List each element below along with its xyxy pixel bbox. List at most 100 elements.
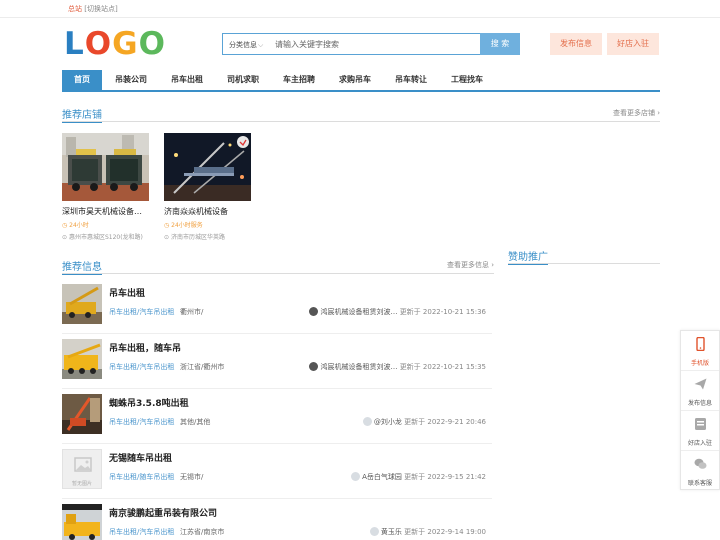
list-title[interactable]: 南京骏鹏起重吊装有限公司 (109, 506, 217, 519)
list-location: 其他/其他 (180, 418, 211, 426)
search-box: 分类信息⌵ 搜 索 (222, 33, 520, 55)
shop-name: 济南焱焱机械设备 (164, 207, 228, 216)
shop-card[interactable]: 深圳市昊天机械设备… ◷ 24小时 ⊙ 惠州市惠城区S120(龙和路) (62, 133, 150, 241)
list-thumbnail (62, 339, 102, 379)
list-thumbnail (62, 284, 102, 324)
publish-float-button[interactable]: 发布信息 (681, 371, 719, 411)
list-item[interactable]: 南京骏鹏起重吊装有限公司 吊车出租/汽车吊出租 江苏省/南京市 黄玉乐 更新于 … (62, 502, 492, 540)
float-label: 发布信息 (687, 400, 712, 407)
clock-icon: ◷ (62, 222, 68, 229)
logo-letter: O (138, 26, 166, 62)
list-title[interactable]: 无锡随车吊出租 (109, 451, 172, 464)
chevron-right-icon: › (491, 261, 494, 269)
list-user: @刘小龙 (373, 418, 402, 426)
list-updated: 更新于 2022-9-15 21:42 (404, 473, 486, 481)
list-category[interactable]: 吊车出租/随车吊出租 (109, 472, 174, 482)
nav-item-driver-jobs[interactable]: 司机求职 (220, 70, 266, 90)
site-logo[interactable]: LOGO (64, 28, 166, 60)
list-location: 无锡市/ (180, 473, 204, 481)
avatar (362, 417, 372, 426)
nav-item-project-find-car[interactable]: 工程找车 (444, 70, 490, 90)
list-title[interactable]: 蜘蛛吊3.5.8吨出租 (109, 396, 189, 409)
sponsor-header: 赞助推广 (508, 246, 660, 265)
nav-item-home[interactable]: 首页 (62, 70, 102, 90)
list-item[interactable]: 蜘蛛吊3.5.8吨出租 吊车出租/汽车吊出租 其他/其他 @刘小龙 更新于 20… (62, 392, 492, 444)
chevron-right-icon: › (657, 109, 660, 117)
search-input[interactable] (275, 36, 475, 52)
search-button[interactable]: 搜 索 (480, 33, 520, 55)
recommended-shops-header: 推荐店铺 查看更多店铺 › (62, 104, 660, 123)
shop-hours: ◷ 24小时服务 (164, 222, 203, 229)
list-category[interactable]: 吊车出租/汽车吊出租 (109, 307, 174, 317)
top-bar: 总站 [切换站点] (0, 0, 720, 18)
list-meta: A岳白气球园 更新于 2022-9-15 21:42 (351, 472, 486, 482)
list-location: 衢州市/ (180, 308, 204, 316)
float-label: 好店入驻 (687, 440, 712, 447)
float-label: 手机版 (690, 360, 709, 367)
nav-item-crane-rental[interactable]: 吊车出租 (164, 70, 210, 90)
list-item[interactable]: 吊车出租，随车吊 吊车出租/汽车吊出租 浙江省/衢州市 鸿宸机械设备租赁刘波… … (62, 337, 492, 389)
image-placeholder-icon (74, 457, 92, 472)
list-item[interactable]: 暂无图片 无锡随车吊出租 吊车出租/随车吊出租 无锡市/ A岳白气球园 更新于 … (62, 447, 492, 499)
list-thumbnail-placeholder: 暂无图片 (62, 449, 102, 489)
more-info-link[interactable]: 查看更多信息 › (447, 260, 494, 270)
list-updated: 更新于 2022-10-21 15:35 (399, 363, 486, 371)
list-meta: 鸿宸机械设备租赁刘波… 更新于 2022-10-21 15:35 (309, 362, 486, 372)
list-updated: 更新于 2022-9-21 20:46 (404, 418, 486, 426)
site-switcher: 总站 [切换站点] (68, 4, 118, 14)
mobile-version-button[interactable]: 手机版 (681, 331, 719, 371)
avatar (309, 362, 319, 371)
shop-icon (695, 418, 706, 430)
list-category[interactable]: 吊车出租/汽车吊出租 (109, 362, 174, 372)
shop-name: 深圳市昊天机械设备… (62, 207, 142, 216)
floating-toolbar: 手机版 发布信息 好店入驻 联系客服 (680, 330, 720, 490)
list-category[interactable]: 吊车出租/汽车吊出租 (109, 417, 174, 427)
shop-card[interactable]: 济南焱焱机械设备 ◷ 24小时服务 ⊙ 济南市历城区华英路 (164, 133, 252, 241)
logo-letter: L (64, 26, 85, 62)
chevron-down-icon: ⌵ (258, 41, 264, 49)
wechat-icon (694, 458, 707, 469)
customer-service-button[interactable]: 联系客服 (681, 451, 719, 491)
list-meta: 鸿宸机械设备租赁刘波… 更新于 2022-10-21 15:36 (309, 307, 486, 317)
location-pin-icon: ⊙ (62, 234, 68, 241)
list-item[interactable]: 吊车出租 吊车出租/汽车吊出租 衢州市/ 鸿宸机械设备租赁刘波… 更新于 202… (62, 282, 492, 334)
nav-item-crane-company[interactable]: 吊装公司 (108, 70, 154, 90)
logo-letter: O (84, 26, 113, 62)
clock-icon: ◷ (164, 222, 170, 229)
list-title[interactable]: 吊车出租，随车吊 (109, 341, 181, 354)
list-title[interactable]: 吊车出租 (109, 286, 145, 299)
no-image-label: 暂无图片 (71, 481, 92, 487)
list-thumbnail (62, 504, 102, 540)
search-category-select[interactable]: 分类信息⌵ (229, 40, 263, 50)
shop-hours: ◷ 24小时 (62, 222, 89, 229)
current-site-link[interactable]: 总站 (68, 5, 82, 13)
section-title: 推荐店铺 (62, 106, 102, 123)
shop-join-button[interactable]: 好店入驻 (607, 33, 659, 55)
list-meta: 黄玉乐 更新于 2022-9-14 19:00 (369, 527, 486, 537)
avatar (309, 307, 319, 316)
join-float-button[interactable]: 好店入驻 (681, 411, 719, 451)
list-updated: 更新于 2022-9-14 19:00 (404, 528, 486, 536)
list-user: A岳白气球园 (362, 473, 402, 481)
nav-item-owner-hiring[interactable]: 车主招聘 (276, 70, 322, 90)
list-user: 黄玉乐 (380, 528, 402, 536)
logo-letter: G (112, 26, 139, 62)
switch-site-link[interactable]: [切换站点] (84, 5, 117, 13)
float-label: 联系客服 (687, 480, 712, 487)
nav-item-crane-transfer[interactable]: 吊车转让 (388, 70, 434, 90)
avatar (369, 527, 379, 536)
mobile-phone-icon (696, 337, 705, 351)
list-user: 鸿宸机械设备租赁刘波… (320, 363, 398, 371)
more-shops-link[interactable]: 查看更多店铺 › (613, 108, 660, 118)
list-category[interactable]: 吊车出租/汽车吊出租 (109, 527, 174, 537)
recommended-info-header: 推荐信息 查看更多信息 › (62, 256, 494, 275)
section-title: 赞助推广 (508, 248, 548, 265)
publish-info-button[interactable]: 发布信息 (550, 33, 602, 55)
shop-image (62, 133, 149, 201)
nav-item-buy-crane[interactable]: 求购吊车 (332, 70, 378, 90)
list-thumbnail (62, 394, 102, 434)
location-pin-icon: ⊙ (164, 234, 170, 241)
list-meta: @刘小龙 更新于 2022-9-21 20:46 (362, 417, 486, 427)
shop-address: ⊙ 济南市历城区华英路 (164, 234, 225, 241)
avatar (351, 472, 361, 481)
